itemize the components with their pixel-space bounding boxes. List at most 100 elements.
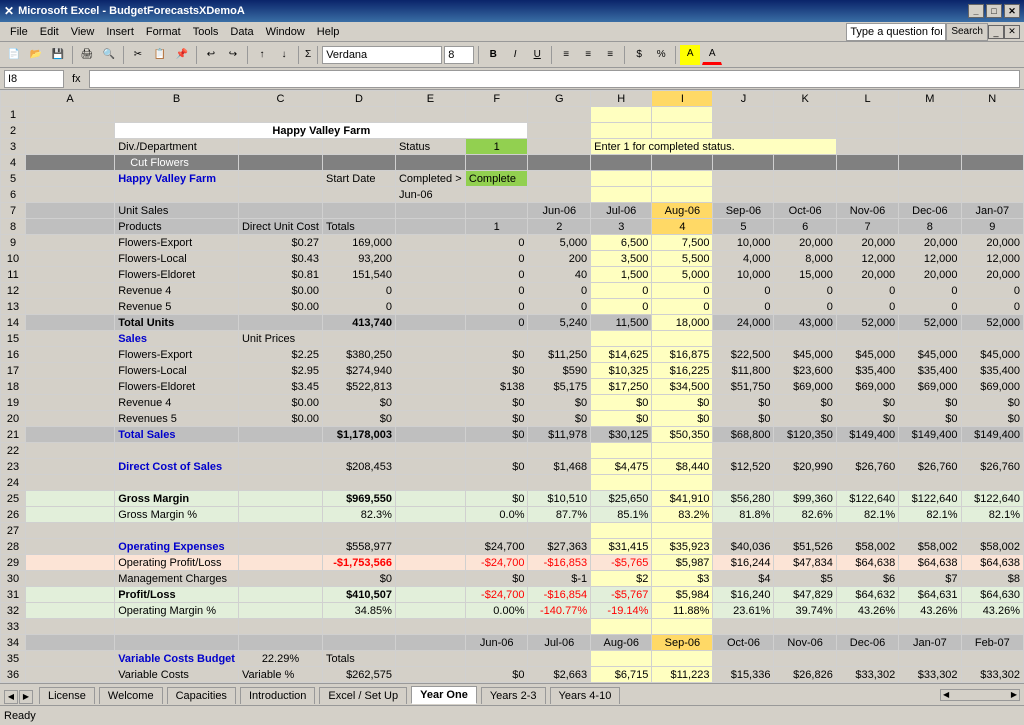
- cell-b13[interactable]: Revenue 5: [115, 299, 239, 315]
- cut-button[interactable]: ✂: [128, 45, 148, 65]
- cell-n4[interactable]: [961, 155, 1023, 171]
- cell-k24[interactable]: [774, 475, 836, 491]
- cell-n13[interactable]: 0: [961, 299, 1023, 315]
- cell-k16[interactable]: $45,000: [774, 347, 836, 363]
- cell-m12[interactable]: 0: [899, 283, 961, 299]
- cell-g34[interactable]: Jul-06: [528, 635, 591, 651]
- cell-n33[interactable]: [961, 619, 1023, 635]
- cell-g1[interactable]: [528, 107, 591, 123]
- cell-g17[interactable]: $590: [528, 363, 591, 379]
- cell-j6[interactable]: [713, 187, 774, 203]
- cell-n21[interactable]: $149,400: [961, 427, 1023, 443]
- cell-l18[interactable]: $69,000: [836, 379, 898, 395]
- cell-k15[interactable]: [774, 331, 836, 347]
- italic-button[interactable]: I: [505, 45, 525, 65]
- cell-g31[interactable]: -$16,854: [528, 587, 591, 603]
- cell-a31[interactable]: [26, 587, 115, 603]
- sheet-tab-capacities[interactable]: Capacities: [167, 687, 236, 704]
- cell-a7[interactable]: [26, 203, 115, 219]
- cell-h10[interactable]: 3,500: [591, 251, 652, 267]
- cell-l3[interactable]: [836, 139, 898, 155]
- open-button[interactable]: 📂: [26, 45, 46, 65]
- undo-button[interactable]: ↩: [201, 45, 221, 65]
- cell-f18[interactable]: $138: [465, 379, 528, 395]
- cell-n11[interactable]: 20,000: [961, 267, 1023, 283]
- cell-b33[interactable]: [115, 619, 239, 635]
- cell-h27[interactable]: [591, 523, 652, 539]
- cell-l14[interactable]: 52,000: [836, 315, 898, 331]
- cell-b17[interactable]: Flowers-Local: [115, 363, 239, 379]
- cell-k31[interactable]: $47,829: [774, 587, 836, 603]
- cell-k36[interactable]: $26,826: [774, 667, 836, 683]
- cell-n7[interactable]: Jan-07: [961, 203, 1023, 219]
- cell-j13[interactable]: 0: [713, 299, 774, 315]
- cell-a25[interactable]: [26, 491, 115, 507]
- bold-button[interactable]: B: [483, 45, 503, 65]
- cell-k32[interactable]: 39.74%: [774, 603, 836, 619]
- cell-d20[interactable]: $0: [322, 411, 395, 427]
- cell-h30[interactable]: $2: [591, 571, 652, 587]
- cell-b14[interactable]: Total Units: [115, 315, 239, 331]
- cell-j27[interactable]: [713, 523, 774, 539]
- cell-h21[interactable]: $30,125: [591, 427, 652, 443]
- cell-h25[interactable]: $25,650: [591, 491, 652, 507]
- cell-j19[interactable]: $0: [713, 395, 774, 411]
- cell-d16[interactable]: $380,250: [322, 347, 395, 363]
- cell-h26[interactable]: 85.1%: [591, 507, 652, 523]
- print-button[interactable]: 🖨: [77, 45, 97, 65]
- cell-f30[interactable]: $0: [465, 571, 528, 587]
- font-size-input[interactable]: [444, 46, 474, 64]
- cell-h15[interactable]: [591, 331, 652, 347]
- cell-i10[interactable]: 5,500: [652, 251, 713, 267]
- cell-m26[interactable]: 82.1%: [899, 507, 961, 523]
- cell-g26[interactable]: 87.7%: [528, 507, 591, 523]
- cell-f6[interactable]: [465, 187, 528, 203]
- align-left-button[interactable]: ≡: [556, 45, 576, 65]
- sheet-tab-years-4-10[interactable]: Years 4-10: [550, 687, 621, 704]
- cell-m16[interactable]: $45,000: [899, 347, 961, 363]
- cell-c36[interactable]: Variable %: [238, 667, 322, 683]
- cell-d25[interactable]: $969,550: [322, 491, 395, 507]
- cell-f31[interactable]: -$24,700: [465, 587, 528, 603]
- cell-h31[interactable]: -$5,767: [591, 587, 652, 603]
- sheet-tab-welcome[interactable]: Welcome: [99, 687, 163, 704]
- cell-j29[interactable]: $16,244: [713, 555, 774, 571]
- cell-e9[interactable]: [395, 235, 465, 251]
- menu-format[interactable]: Format: [140, 24, 187, 40]
- cell-n28[interactable]: $58,002: [961, 539, 1023, 555]
- cell-d14[interactable]: 413,740: [322, 315, 395, 331]
- cell-c27[interactable]: [238, 523, 322, 539]
- cell-m13[interactable]: 0: [899, 299, 961, 315]
- cell-j24[interactable]: [713, 475, 774, 491]
- cell-k22[interactable]: [774, 443, 836, 459]
- cell-i25[interactable]: $41,910: [652, 491, 713, 507]
- cell-j36[interactable]: $15,336: [713, 667, 774, 683]
- cell-d6[interactable]: [322, 187, 395, 203]
- cell-f23[interactable]: $0: [465, 459, 528, 475]
- paste-button[interactable]: 📌: [172, 45, 192, 65]
- cell-m32[interactable]: 43.26%: [899, 603, 961, 619]
- cell-j30[interactable]: $4: [713, 571, 774, 587]
- cell-m4[interactable]: [899, 155, 961, 171]
- cell-g21[interactable]: $11,978: [528, 427, 591, 443]
- cell-l36[interactable]: $33,302: [836, 667, 898, 683]
- cell-l29[interactable]: $64,638: [836, 555, 898, 571]
- cell-a10[interactable]: [26, 251, 115, 267]
- cell-e17[interactable]: [395, 363, 465, 379]
- cell-b4[interactable]: Cut Flowers: [115, 155, 239, 171]
- cell-b28[interactable]: Operating Expenses: [115, 539, 239, 555]
- cell-a36[interactable]: [26, 667, 115, 683]
- cell-i20[interactable]: $0: [652, 411, 713, 427]
- cell-n25[interactable]: $122,640: [961, 491, 1023, 507]
- cell-b15[interactable]: Sales: [115, 331, 239, 347]
- cell-m36[interactable]: $33,302: [899, 667, 961, 683]
- cell-h19[interactable]: $0: [591, 395, 652, 411]
- cell-f16[interactable]: $0: [465, 347, 528, 363]
- cell-n26[interactable]: 82.1%: [961, 507, 1023, 523]
- cell-l21[interactable]: $149,400: [836, 427, 898, 443]
- cell-c15[interactable]: Unit Prices: [238, 331, 322, 347]
- cell-k7[interactable]: Oct-06: [774, 203, 836, 219]
- cell-i15[interactable]: [652, 331, 713, 347]
- cell-a35[interactable]: [26, 651, 115, 667]
- cell-c9[interactable]: $0.27: [238, 235, 322, 251]
